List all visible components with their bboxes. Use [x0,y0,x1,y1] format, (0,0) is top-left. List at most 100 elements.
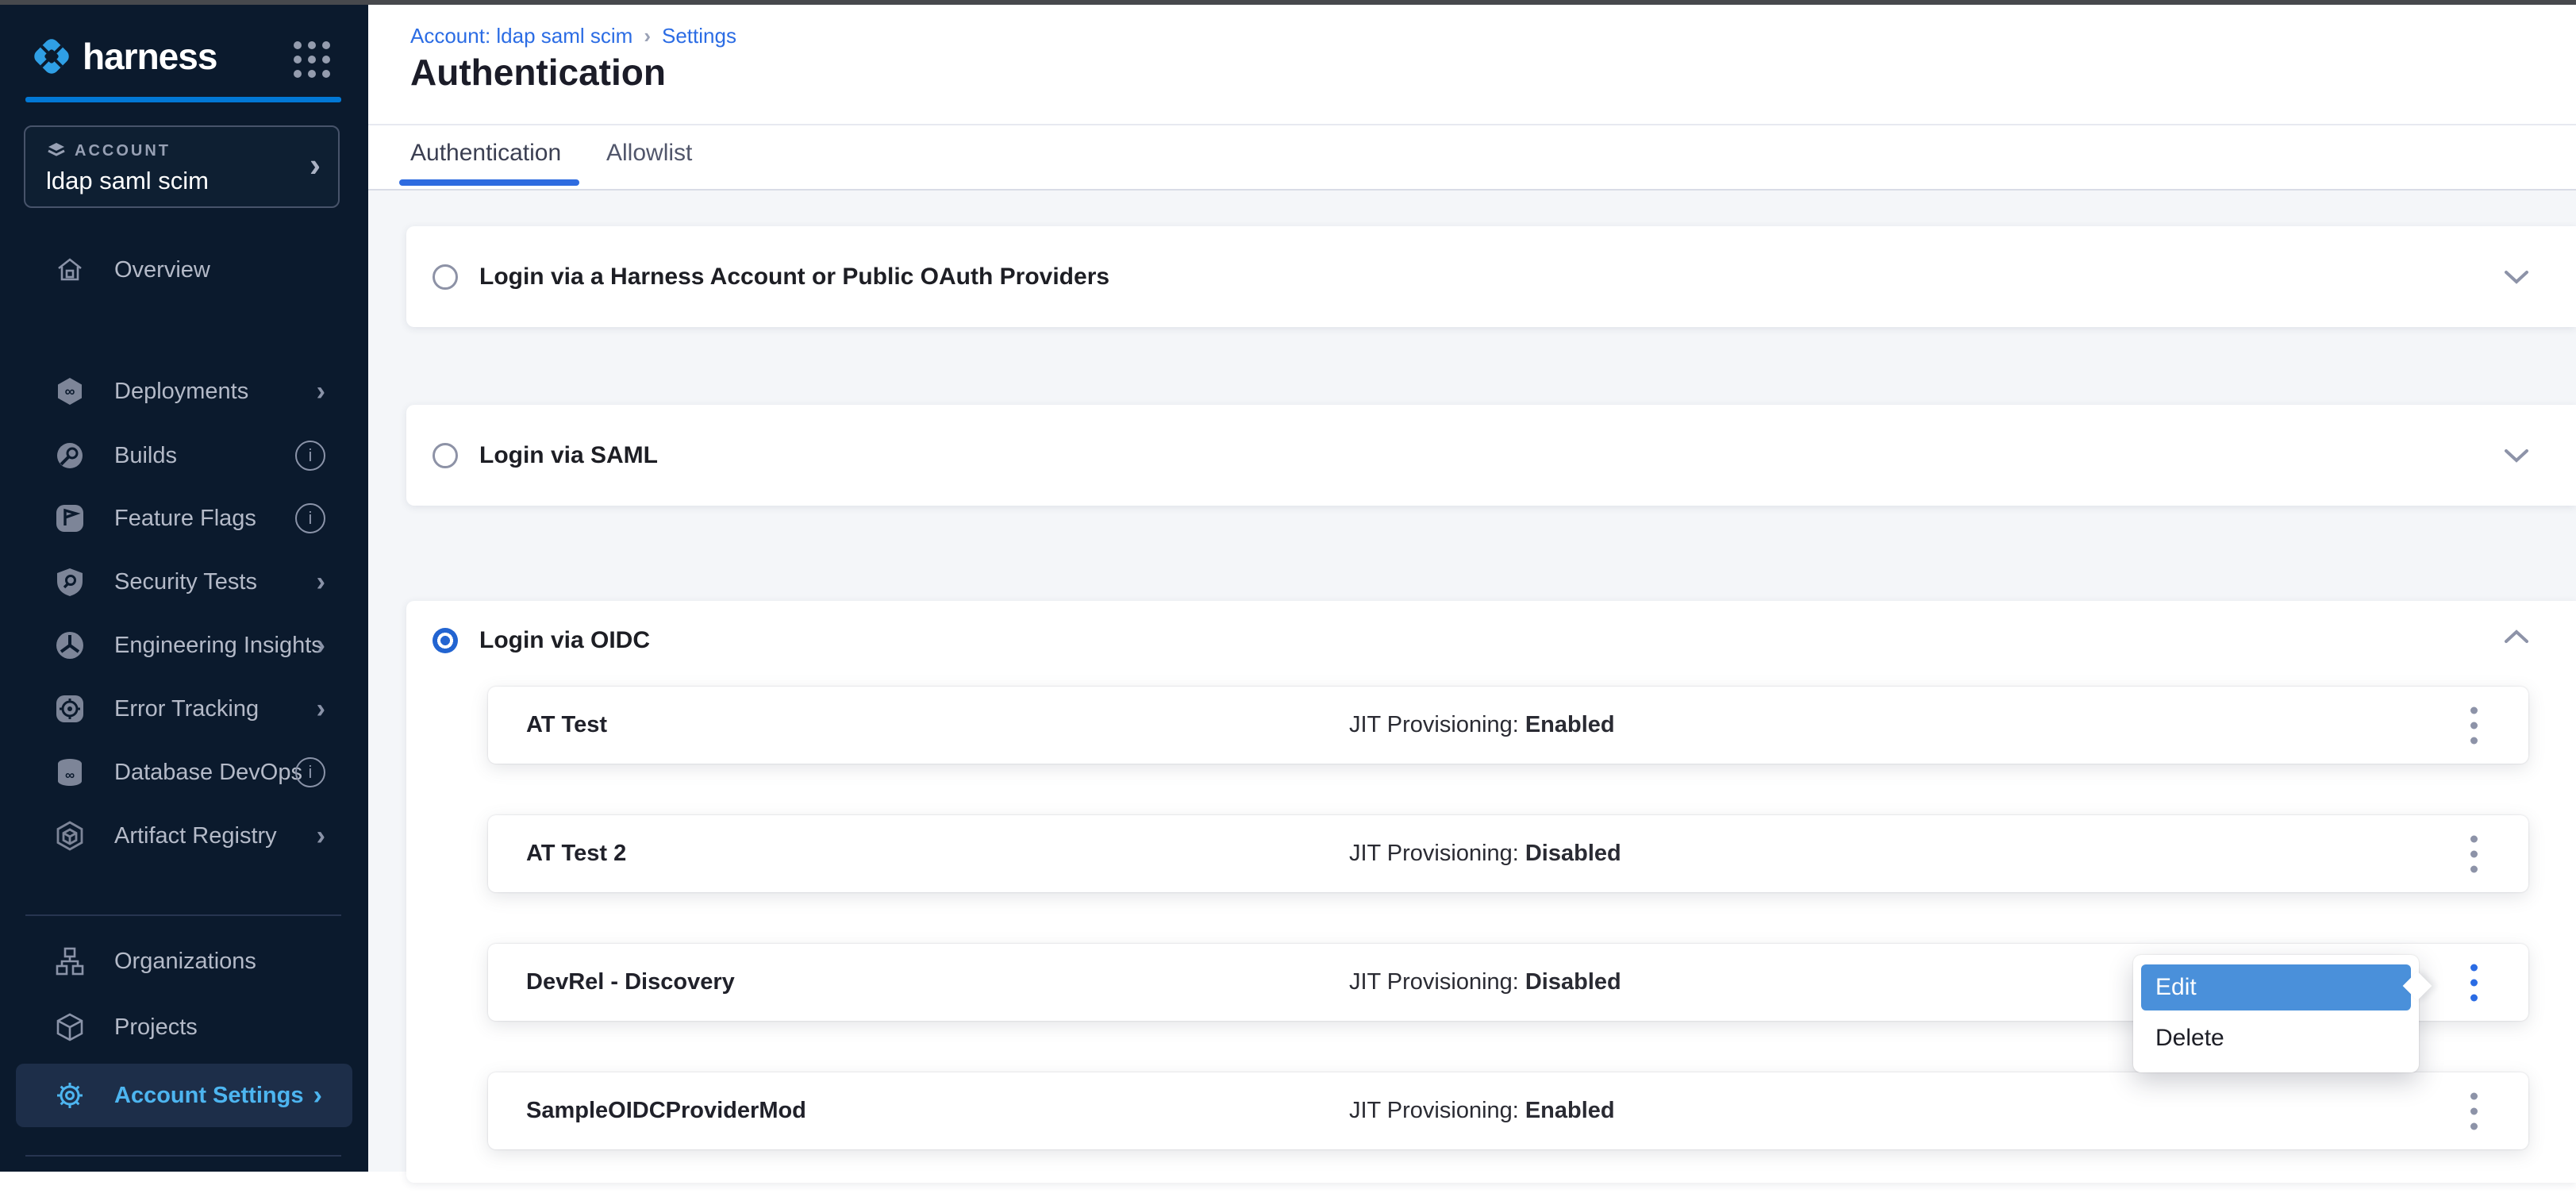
sidebar-item-label: Builds [114,443,177,469]
sidebar-item-builds[interactable]: Builds i [0,425,368,487]
projects-icon [54,1011,86,1043]
chevron-down-icon[interactable] [2503,447,2530,464]
oidc-provider-row[interactable]: SampleOIDCProviderMod JIT Provisioning:E… [488,1072,2528,1149]
home-icon [54,254,86,286]
jit-provisioning-status: JIT Provisioning:Disabled [1349,969,1621,995]
harness-logo[interactable]: harness [27,30,217,83]
gear-icon [54,1080,86,1111]
sidebar-item-feature-flags[interactable]: Feature Flags i [0,487,368,549]
sidebar-item-organizations[interactable]: Organizations [0,930,368,992]
account-scope-card[interactable]: ACCOUNT ldap saml scim › [24,125,340,208]
sidebar-item-label: Organizations [114,949,256,975]
sidebar-item-deployments[interactable]: ∞ Deployments › [0,360,368,422]
sidebar: harness ACCOUNT ldap saml scim › Overvie… [0,0,368,1172]
provider-name: AT Test [526,712,607,738]
jit-provisioning-status: JIT Provisioning:Enabled [1349,712,1615,738]
jit-provisioning-status: JIT Provisioning:Enabled [1349,1098,1615,1124]
chevron-up-icon[interactable] [2503,628,2530,645]
oidc-provider-list: AT Test JIT Provisioning:Enabled AT Test… [488,687,2528,1201]
auth-option-oauth-card[interactable]: Login via a Harness Account or Public OA… [406,226,2576,327]
auth-option-label: Login via OIDC [479,627,650,654]
info-icon[interactable]: i [295,757,325,787]
kebab-menu-icon[interactable] [2466,955,2482,1010]
organizations-icon [54,945,86,977]
radio-saml[interactable] [433,443,458,468]
header-divider [368,124,2576,125]
security-tests-icon [54,566,86,598]
apps-grid-icon[interactable] [294,41,330,78]
oidc-provider-row[interactable]: AT Test 2 JIT Provisioning:Disabled [488,815,2528,892]
chevron-right-icon: › [313,1080,322,1111]
sidebar-divider [25,914,341,916]
row-context-menu: Edit Delete [2133,955,2419,1072]
chevron-right-icon: › [317,630,325,661]
breadcrumb-account-link[interactable]: Account: ldap saml scim [410,24,632,48]
chevron-down-icon[interactable] [2503,268,2530,286]
sidebar-item-label: Projects [114,1014,198,1041]
sidebar-item-label: Engineering Insights [114,633,323,659]
chevron-right-icon: › [317,376,325,407]
chevron-right-icon: › [317,821,325,852]
window-top-edge [0,0,2576,5]
auth-option-oidc-card[interactable]: Login via OIDC AT Test JIT Provisioning:… [406,601,2576,1183]
sidebar-item-label: Database DevOps [114,760,302,786]
tab-allowlist[interactable]: Allowlist [606,140,692,167]
sidebar-item-label: Account Settings [114,1083,303,1109]
account-label: ACCOUNT [75,142,171,160]
oidc-provider-row[interactable]: AT Test JIT Provisioning:Enabled [488,687,2528,764]
auth-option-saml-card[interactable]: Login via SAML [406,405,2576,506]
sidebar-item-label: Security Tests [114,569,257,595]
provider-name: DevRel - Discovery [526,969,735,995]
info-icon[interactable]: i [295,441,325,471]
kebab-menu-icon[interactable] [2466,1084,2482,1138]
sidebar-item-label: Feature Flags [114,506,256,532]
radio-oauth[interactable] [433,264,458,290]
sidebar-item-error-tracking[interactable]: Error Tracking › [0,678,368,740]
sidebar-item-security-tests[interactable]: Security Tests › [0,551,368,613]
artifact-registry-icon [54,820,86,852]
provider-name: SampleOIDCProviderMod [526,1098,806,1124]
sidebar-item-account-settings[interactable]: Account Settings › [16,1064,352,1127]
deployments-icon: ∞ [54,375,86,407]
database-devops-icon: ∞ [54,756,86,788]
kebab-menu-icon[interactable] [2466,826,2482,881]
logo-wordmark: harness [83,35,217,78]
auth-option-label: Login via a Harness Account or Public OA… [479,264,1109,291]
sidebar-item-label: Error Tracking [114,696,259,722]
jit-provisioning-status: JIT Provisioning:Disabled [1349,841,1621,867]
sidebar-item-database-devops[interactable]: ∞ Database DevOps i [0,741,368,803]
chevron-right-icon: › [317,567,325,598]
sidebar-item-label: Artifact Registry [114,823,277,849]
error-tracking-icon [54,693,86,725]
auth-option-label: Login via SAML [479,442,658,469]
account-layers-icon [46,141,67,161]
active-tab-indicator [399,179,579,186]
sidebar-item-engineering-insights[interactable]: Engineering Insights › [0,614,368,676]
kebab-menu-icon[interactable] [2466,698,2482,753]
chevron-right-icon: › [317,694,325,725]
account-name: ldap saml scim [46,167,209,195]
tab-authentication[interactable]: Authentication [410,140,561,167]
context-menu-edit[interactable]: Edit [2141,964,2411,1010]
sidebar-item-label: Overview [114,257,210,283]
provider-name: AT Test 2 [526,841,626,867]
page-title: Authentication [410,51,666,94]
engineering-insights-icon [54,629,86,661]
sidebar-item-projects[interactable]: Projects [0,996,368,1058]
sidebar-item-label: Deployments [114,379,248,405]
harness-logo-icon [27,32,76,81]
chevron-right-icon: › [310,146,321,184]
sidebar-item-artifact-registry[interactable]: Artifact Registry › [0,805,368,867]
svg-text:∞: ∞ [65,768,75,783]
builds-icon [54,440,86,472]
context-menu-delete[interactable]: Delete [2141,1015,2411,1061]
account-label-row: ACCOUNT [46,141,171,161]
info-icon[interactable]: i [295,503,325,533]
feature-flags-icon [54,502,86,534]
breadcrumb-separator-icon: › [644,24,651,48]
sidebar-item-overview[interactable]: Overview [0,239,368,301]
logo-underline [25,97,341,102]
breadcrumb-settings-link[interactable]: Settings [662,24,736,48]
sidebar-divider [25,1155,341,1157]
radio-oidc[interactable] [433,628,458,653]
